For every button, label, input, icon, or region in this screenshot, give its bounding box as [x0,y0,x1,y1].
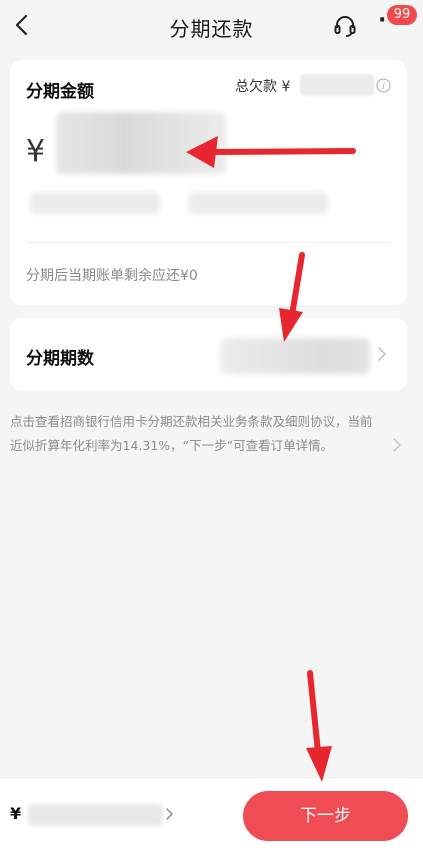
amount-input-blurred[interactable] [56,112,226,174]
next-step-button[interactable]: 下一步 [243,791,408,841]
total-currency: ¥ [10,804,22,823]
amount-hint-blurred-2 [188,192,328,214]
info-icon[interactable]: i [376,78,391,93]
page-title: 分期还款 [169,17,254,41]
installment-periods-row[interactable]: 分期期数 [10,318,407,391]
periods-label: 分期期数 [26,349,94,369]
svg-text:i: i [382,82,385,92]
annotation-arrow-next [306,670,332,782]
notification-badge: 99 [387,5,417,25]
amount-currency: ¥ [26,134,46,169]
bottom-bar: ¥ 下一步 [0,777,423,853]
remaining-due-text: 分期后当期账单剩余应还¥0 [26,268,198,284]
total-debt-value-blurred [300,74,374,96]
amount-hint-blurred-1 [30,192,160,214]
chevron-right-icon [393,438,402,452]
amount-label: 分期金额 [26,82,94,102]
nav-bar: 分期还款 ··· 99 [0,0,423,52]
headset-icon[interactable] [332,13,358,39]
chevron-right-icon[interactable] [163,807,177,821]
divider [26,242,391,243]
chevron-right-icon [378,347,387,361]
installment-amount-card: 分期金额 总欠款 ¥ i ¥ 分期后当期账单剩余应还¥0 [10,60,407,305]
terms-notice[interactable]: 点击查看招商银行信用卡分期还款相关业务条款及细则协议，当前近似折算年化利率为14… [10,410,380,458]
periods-value-blurred [220,338,370,374]
total-amount-blurred [28,804,163,826]
total-debt-label: 总欠款 ¥ [235,79,291,95]
